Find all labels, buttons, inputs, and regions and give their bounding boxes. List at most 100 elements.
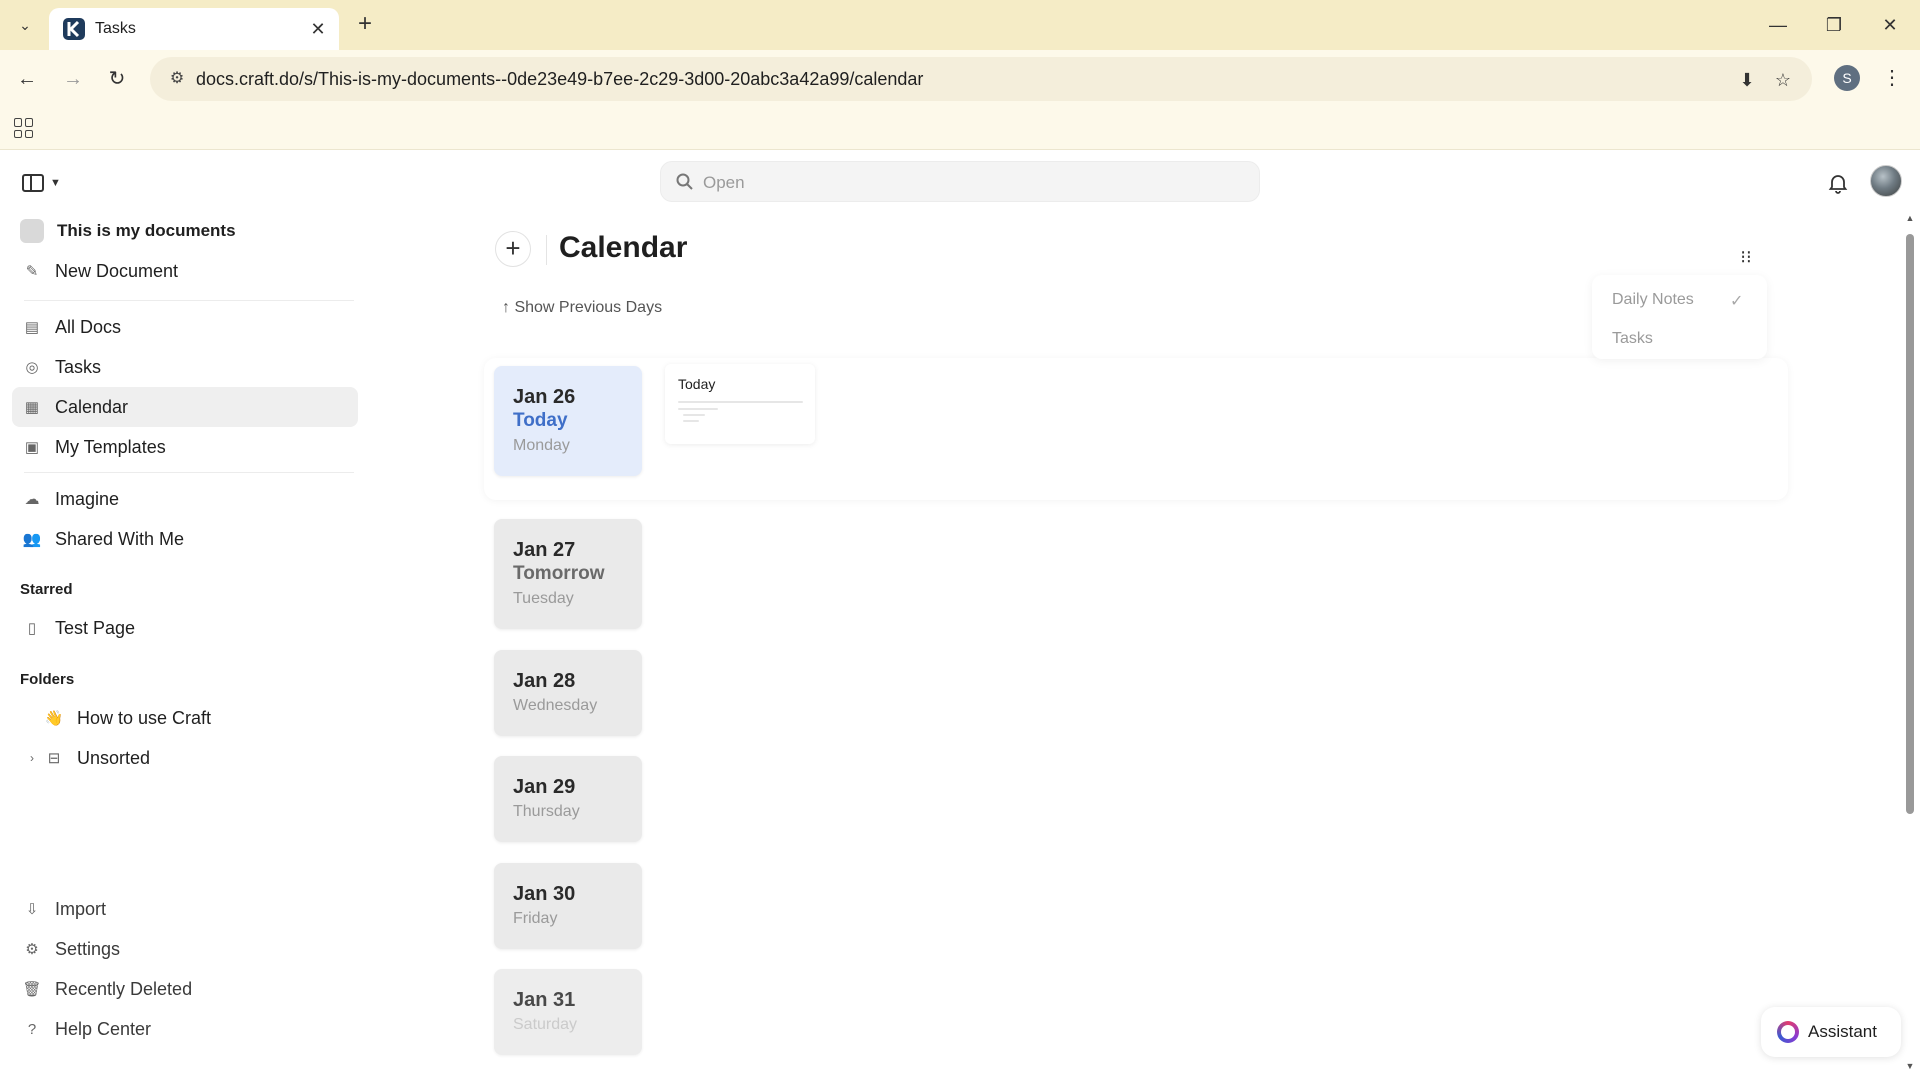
import-icon: ⇩ [25,901,39,918]
show-previous-days-button[interactable]: ↑ Show Previous Days [502,299,662,317]
notification-bell-icon[interactable] [1826,171,1850,195]
bookmark-star-icon[interactable]: ☆ [1770,67,1796,93]
sidebar-item-settings[interactable]: ⚙ Settings [12,929,358,969]
sidebar-item-help-center[interactable]: ? Help Center [12,1009,358,1049]
sidebar-item-test-page[interactable]: ▯ Test Page [12,608,358,648]
url-text[interactable]: docs.craft.do/s/This-is-my-documents--0d… [196,69,923,90]
wave-hand-icon: 👋 [44,710,64,727]
browser-menu-icon[interactable]: ⋮ [1880,64,1904,92]
chevron-down-icon: ▼ [50,177,61,189]
starred-heading: Starred [20,581,73,598]
browser-profile-avatar[interactable]: S [1834,65,1860,91]
sidebar-item-calendar[interactable]: ▦ Calendar [12,387,358,427]
tab-search-chevron-icon[interactable]: ⌄ [12,12,38,38]
day-relative: Tomorrow [513,563,605,584]
window-close-icon[interactable]: ✕ [1870,10,1910,40]
address-bar[interactable]: ⚙ docs.craft.do/s/This-is-my-documents--… [150,57,1812,101]
search-input[interactable]: Open [660,161,1260,202]
sidebar-item-import[interactable]: ⇩ Import [12,889,358,929]
folder-unsorted[interactable]: › ⊟ Unsorted [12,738,358,778]
back-icon[interactable]: ← [12,64,42,94]
scroll-up-icon[interactable]: ▲ [1904,213,1916,223]
note-title: Today [678,376,716,392]
sidebar-toggle-button[interactable]: ▼ [22,171,68,195]
day-weekday: Friday [513,910,558,927]
chevron-right-icon[interactable]: › [22,748,42,768]
day-card[interactable]: Jan 27 Tomorrow Tuesday [494,519,642,629]
menu-item-daily-notes[interactable]: Daily Notes [1612,291,1694,309]
docs-icon: ▤ [24,319,40,336]
day-date: Jan 31 [513,989,576,1011]
menu-item-tasks[interactable]: Tasks [1612,330,1653,348]
tab-title: Tasks [95,20,136,37]
new-document-icon: ✎ [25,263,39,280]
reload-icon[interactable]: ↻ [102,64,132,94]
people-icon: 👥 [22,531,42,548]
sidebar-item-label: Calendar [55,396,129,417]
today-note-card[interactable]: Today [665,364,815,444]
sidebar-item-label: Help Center [55,1018,152,1039]
day-card[interactable]: Jan 28 Wednesday [494,650,642,736]
sidebar-panel-icon [22,174,44,192]
install-app-icon[interactable]: ⬇ [1734,67,1760,93]
day-date: Jan 28 [513,670,576,692]
sidebar-item-shared-with-me[interactable]: 👥 Shared With Me [12,519,358,559]
sidebar-item-my-templates[interactable]: ▣ My Templates [12,427,358,467]
day-weekday: Tuesday [513,590,574,607]
site-info-icon[interactable]: ⚙ [166,68,188,90]
day-date: Jan 29 [513,776,576,798]
sidebar-item-label: My Templates [55,436,166,457]
folder-how-to-use-craft[interactable]: 👋 How to use Craft [34,698,358,738]
page-icon: ▯ [27,620,37,637]
day-date: Jan 26 [513,386,576,408]
forward-icon[interactable]: → [58,64,88,94]
minimize-icon[interactable]: — [1758,10,1798,40]
sidebar-item-tasks[interactable]: ◎ Tasks [12,347,358,387]
thumb-line [683,414,705,416]
sidebar-item-label: Import [55,898,107,919]
day-card[interactable]: Jan 31 Saturday [494,969,642,1055]
day-date: Jan 27 [513,539,576,561]
restore-icon[interactable]: ❐ [1814,10,1854,40]
folder-label: How to use Craft [77,707,212,728]
sidebar-divider [24,472,354,473]
day-weekday: Thursday [513,803,580,820]
assistant-icon [1777,1021,1799,1043]
sidebar-item-imagine[interactable]: ☁ Imagine [12,479,358,519]
new-document-button[interactable]: ✎ New Document [12,251,358,291]
space-avatar [20,219,44,243]
trash-icon: 🗑 [22,981,42,998]
scroll-down-icon[interactable]: ▼ [1904,1061,1916,1071]
sidebar-item-label: Tasks [55,356,102,377]
sidebar-item-label: Shared With Me [55,528,185,549]
craft-app: ▼ Open This is my documents ✎ New Docume… [0,151,1920,1080]
sidebar-item-label: Imagine [55,488,120,509]
sidebar-divider [24,300,354,301]
apps-grid-icon[interactable] [14,118,34,138]
space-name: This is my documents [57,221,236,240]
tab-close-icon[interactable]: ✕ [307,18,329,40]
view-options-icon[interactable]: ⁝⁝ [1734,245,1758,269]
day-card-today[interactable]: Jan 26 Today Monday [494,366,642,476]
assistant-label: Assistant [1808,1022,1877,1041]
sidebar-item-recently-deleted[interactable]: 🗑 Recently Deleted [12,969,358,1009]
sidebar-item-label: Recently Deleted [55,978,193,999]
user-avatar[interactable] [1870,165,1902,197]
day-card[interactable]: Jan 30 Friday [494,863,642,949]
new-document-label: New Document [55,260,179,281]
browser-tab[interactable]: Tasks ✕ [49,8,339,50]
search-icon [676,173,693,190]
add-button[interactable]: + [495,231,531,267]
page-title: Calendar [559,231,688,264]
day-card[interactable]: Jan 29 Thursday [494,756,642,842]
space-switcher[interactable]: This is my documents [12,211,358,251]
scrollbar-thumb[interactable] [1906,234,1914,814]
checkmark-icon: ✓ [1730,293,1744,310]
template-icon: ▣ [24,439,40,456]
search-placeholder: Open [703,173,745,192]
sidebar-item-all-docs[interactable]: ▤ All Docs [12,307,358,347]
header-divider [546,235,547,265]
cloud-icon: ☁ [24,491,40,508]
new-tab-icon[interactable]: + [352,12,378,38]
assistant-button[interactable]: Assistant [1761,1007,1901,1057]
